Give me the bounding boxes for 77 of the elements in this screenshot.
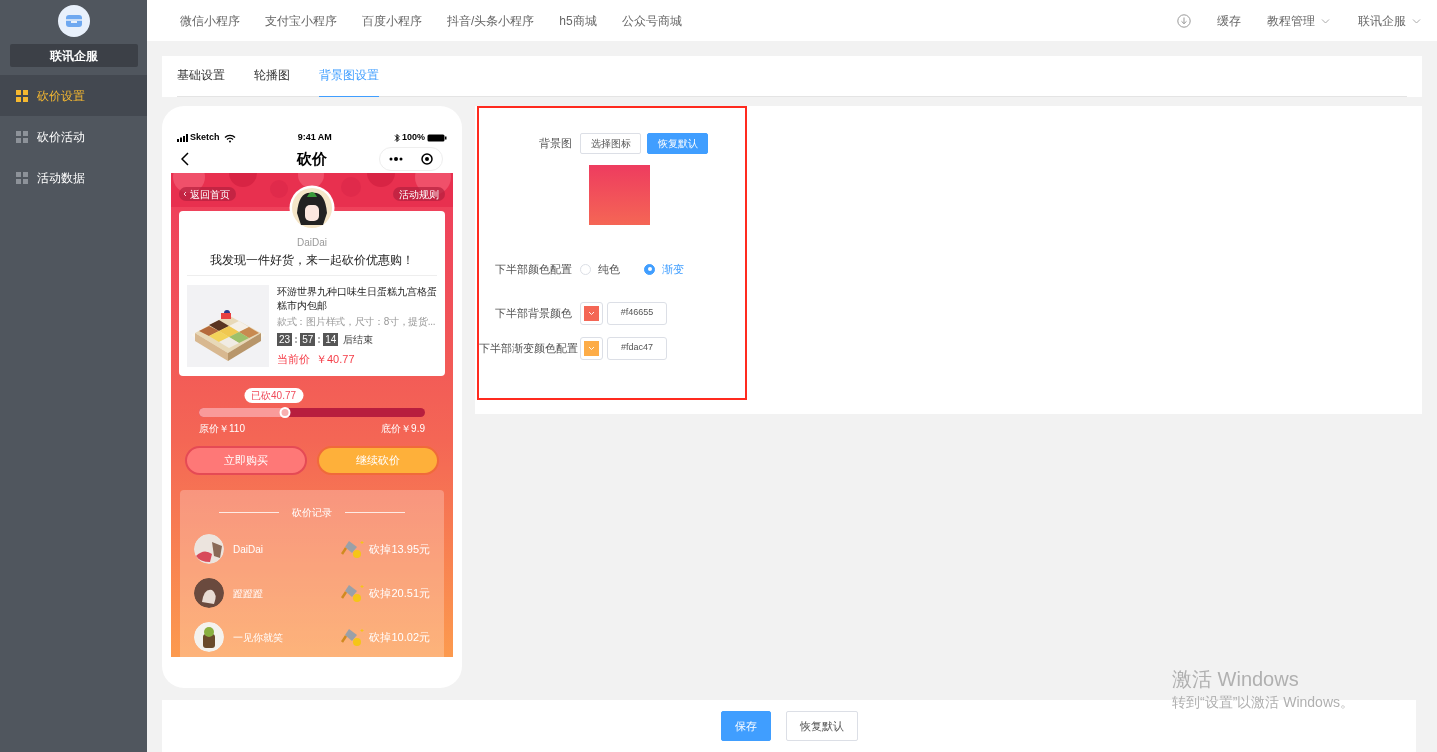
record-amount: 砍掉20.51元: [369, 585, 430, 601]
cache-link[interactable]: 缓存: [1217, 11, 1241, 30]
tab[interactable]: 轮播图: [254, 66, 290, 97]
colon-icon: [318, 335, 321, 344]
record-user: DaiDai: [233, 542, 263, 557]
countdown-digit: 57: [300, 333, 316, 346]
nav-link[interactable]: 百度小程序: [362, 11, 422, 30]
field-label: 背景图: [538, 136, 573, 152]
product-name: 环游世界九种口味生日蛋糕九宫格蛋糕市内包邮: [277, 285, 437, 313]
cut-amount-badge: 已砍40.77: [244, 387, 304, 403]
record-user: 一见你就笑: [233, 630, 283, 645]
activation-text: 转到“设置”以激活 Windows。: [1172, 693, 1354, 712]
colon-icon: [295, 335, 298, 344]
target-icon: [421, 153, 433, 165]
countdown-digit: 14: [323, 333, 339, 346]
record-user: 蹬蹬蹬: [233, 586, 263, 601]
tab[interactable]: 基础设置: [177, 66, 225, 97]
slogan-text: 我发现一件好货，来一起砍价优惠购！: [210, 252, 414, 269]
chevron-down-icon: [1412, 17, 1421, 24]
page-title: 砍价: [297, 148, 327, 169]
chevron-down-icon: [1321, 17, 1330, 24]
logo-icon: [57, 5, 90, 37]
nav-link[interactable]: 支付宝小程序: [265, 11, 337, 30]
price-value: ￥40.77: [316, 352, 355, 367]
back-icon: [183, 191, 187, 197]
grid-icon: [16, 171, 28, 184]
sidebar-item[interactable]: 砍价活动: [0, 116, 147, 157]
chevron-down-icon: [588, 345, 595, 351]
grid-icon: [16, 130, 28, 143]
bluetooth-icon: [393, 133, 400, 143]
grid-icon: [16, 89, 28, 102]
nav-menu[interactable]: 教程管理: [1267, 11, 1330, 30]
sidebar-item[interactable]: 砍价设置: [0, 75, 147, 116]
field-label: 下半部渐变颜色配置: [479, 340, 579, 356]
battery-icon: [427, 134, 447, 142]
brand-label: 联讯企服: [9, 44, 138, 67]
product-spec: 款式：图片样式，尺寸：8寸，提货...: [277, 315, 437, 329]
nav-link[interactable]: 微信小程序: [180, 11, 240, 30]
form-button[interactable]: 选择图标: [580, 133, 641, 154]
countdown-suffix: 后结束: [343, 333, 374, 347]
clock-label: 9:41 AM: [297, 131, 332, 145]
rules-button[interactable]: 活动规则: [393, 187, 445, 201]
nav-link[interactable]: 抖音/头条小程序: [447, 11, 535, 30]
chevron-down-icon: [588, 310, 595, 316]
activation-title: 激活 Windows: [1172, 667, 1300, 691]
floor-price: 底价￥9.9: [381, 421, 425, 436]
back-home-button[interactable]: 返回首页: [179, 187, 236, 201]
price-label: 当前价: [277, 352, 310, 367]
nav-link[interactable]: h5商城: [559, 11, 597, 30]
battery-label: 100%: [401, 131, 425, 145]
sidebar-item[interactable]: 活动数据: [0, 157, 147, 198]
radio-button[interactable]: [644, 263, 655, 275]
field-label: 下半部颜色配置: [494, 262, 573, 277]
record-amount: 砍掉10.02元: [369, 629, 430, 645]
download-icon[interactable]: [1177, 13, 1191, 28]
knife-coin-icon: [341, 539, 365, 559]
progress-thumb: [279, 406, 291, 418]
knife-coin-icon: [341, 583, 365, 603]
original-price: 原价￥110: [199, 421, 245, 436]
nav-link[interactable]: 公众号商城: [621, 11, 682, 30]
record-amount: 砍掉13.95元: [369, 541, 430, 557]
back-icon[interactable]: [181, 152, 189, 166]
carrier-label: Sketch: [190, 131, 220, 145]
more-icon: [389, 156, 403, 162]
hex-input-field[interactable]: #f46655: [607, 301, 667, 325]
records-title: 砍价记录: [292, 505, 332, 520]
nav-menu[interactable]: 联讯企服: [1358, 11, 1421, 30]
wifi-icon: [223, 133, 236, 143]
user-name: DaiDai: [297, 236, 327, 250]
footer-button[interactable]: 恢复默认: [785, 711, 858, 741]
radio-option[interactable]: 纯色: [580, 261, 620, 278]
knife-coin-icon: [341, 627, 365, 647]
background-preview: [589, 165, 650, 225]
field-label: 下半部背景颜色: [494, 305, 573, 321]
hex-input-field[interactable]: #fdac47: [607, 336, 667, 360]
countdown-digit: 23: [277, 333, 293, 346]
signal-icon: [177, 134, 188, 142]
